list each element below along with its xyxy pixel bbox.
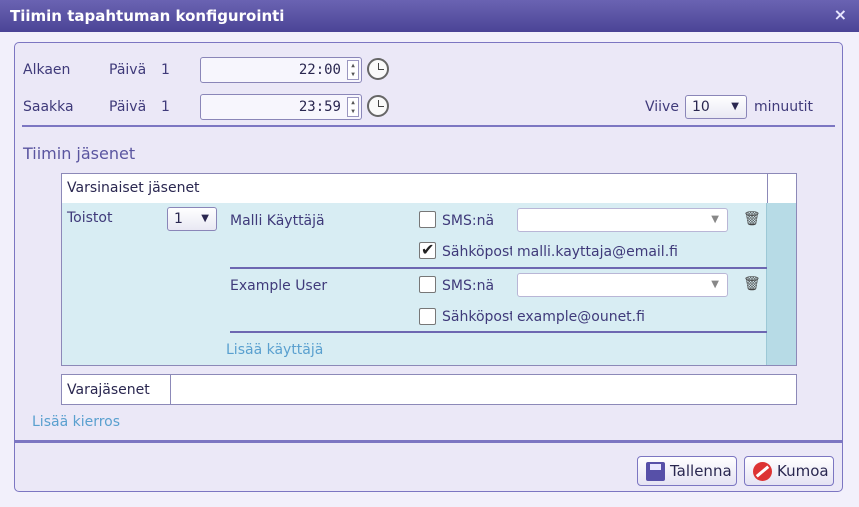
email-checkbox[interactable]: [419, 308, 436, 325]
email-label: Sähköpost: [442, 244, 512, 260]
delay-label: Viive: [645, 99, 679, 115]
chevron-down-icon: ▼: [201, 213, 209, 224]
from-time-input[interactable]: 22:00 ▲ ▼: [200, 57, 362, 83]
from-day-value: 1: [161, 62, 170, 78]
member-email: malli.kayttaja@email.fi: [517, 244, 678, 260]
repeat-select[interactable]: 1 ▼: [167, 207, 217, 231]
spin-up-icon[interactable]: ▲: [348, 61, 358, 70]
scrollbar[interactable]: [766, 203, 796, 365]
delay-value: 10: [692, 99, 710, 115]
spin-down-icon[interactable]: ▼: [348, 107, 358, 116]
cancel-button[interactable]: Kumoa: [744, 456, 834, 486]
member-name: Malli Käyttäjä: [230, 213, 325, 229]
member-separator: [230, 267, 767, 269]
from-time-spinner[interactable]: ▲ ▼: [347, 60, 359, 80]
divider: [22, 125, 835, 127]
save-button[interactable]: Tallenna: [637, 456, 737, 486]
window-titlebar: Tiimin tapahtuman konfigurointi ×: [0, 0, 859, 32]
spin-down-icon[interactable]: ▼: [348, 70, 358, 79]
repeat-value: 1: [174, 211, 183, 227]
close-icon[interactable]: ×: [834, 5, 847, 24]
cancel-icon: [753, 462, 772, 481]
chevron-down-icon: ▼: [711, 279, 719, 290]
from-day-label: Päivä: [109, 62, 147, 78]
add-user-link[interactable]: Lisää käyttäjä: [226, 342, 323, 358]
email-label: Sähköpost: [442, 309, 512, 325]
sms-number-select[interactable]: ▼: [517, 208, 728, 232]
member-email: example@ounet.fi: [517, 309, 645, 325]
until-time-spinner[interactable]: ▲ ▼: [347, 97, 359, 117]
repeat-label: Toistot: [67, 210, 113, 226]
delay-unit: minuutit: [754, 99, 814, 115]
until-day-value: 1: [161, 99, 170, 115]
chevron-down-icon: ▼: [731, 101, 739, 112]
add-round-link[interactable]: Lisää kierros: [32, 414, 120, 430]
until-time-value: 23:59: [298, 99, 341, 115]
sms-checkbox[interactable]: [419, 276, 436, 293]
save-button-label: Tallenna: [670, 462, 732, 480]
clock-icon[interactable]: [367, 95, 389, 117]
window-title: Tiimin tapahtuman konfigurointi: [10, 7, 285, 25]
email-checkbox[interactable]: [419, 240, 436, 259]
from-label: Alkaen: [23, 62, 71, 78]
until-time-input[interactable]: 23:59 ▲ ▼: [200, 94, 362, 120]
reserve-members-header: Varajäsenet: [61, 374, 797, 405]
team-section-title: Tiimin jäsenet: [23, 144, 136, 163]
trash-icon[interactable]: 🗑: [743, 276, 761, 292]
sms-checkbox[interactable]: [419, 211, 436, 228]
member-separator: [230, 331, 767, 333]
sms-label: SMS:nä: [442, 278, 495, 294]
chevron-down-icon: ▼: [711, 214, 719, 225]
sms-label: SMS:nä: [442, 213, 495, 229]
reserve-members-title: Varajäsenet: [67, 382, 150, 398]
delay-select[interactable]: 10 ▼: [685, 95, 747, 119]
from-time-value: 22:00: [298, 62, 341, 78]
member-name: Example User: [230, 278, 328, 294]
spin-up-icon[interactable]: ▲: [348, 98, 358, 107]
sms-number-select[interactable]: ▼: [517, 273, 728, 297]
regular-members-title: Varsinaiset jäsenet: [67, 180, 200, 196]
cancel-button-label: Kumoa: [777, 462, 829, 480]
regular-members-header: Varsinaiset jäsenet: [61, 173, 797, 204]
until-label: Saakka: [23, 99, 74, 115]
save-icon: [646, 462, 665, 481]
trash-icon[interactable]: 🗑: [743, 211, 761, 227]
footer-divider: [15, 440, 843, 443]
until-day-label: Päivä: [109, 99, 147, 115]
clock-icon[interactable]: [367, 58, 389, 80]
header-divider: [767, 174, 768, 203]
header-divider: [170, 375, 171, 404]
